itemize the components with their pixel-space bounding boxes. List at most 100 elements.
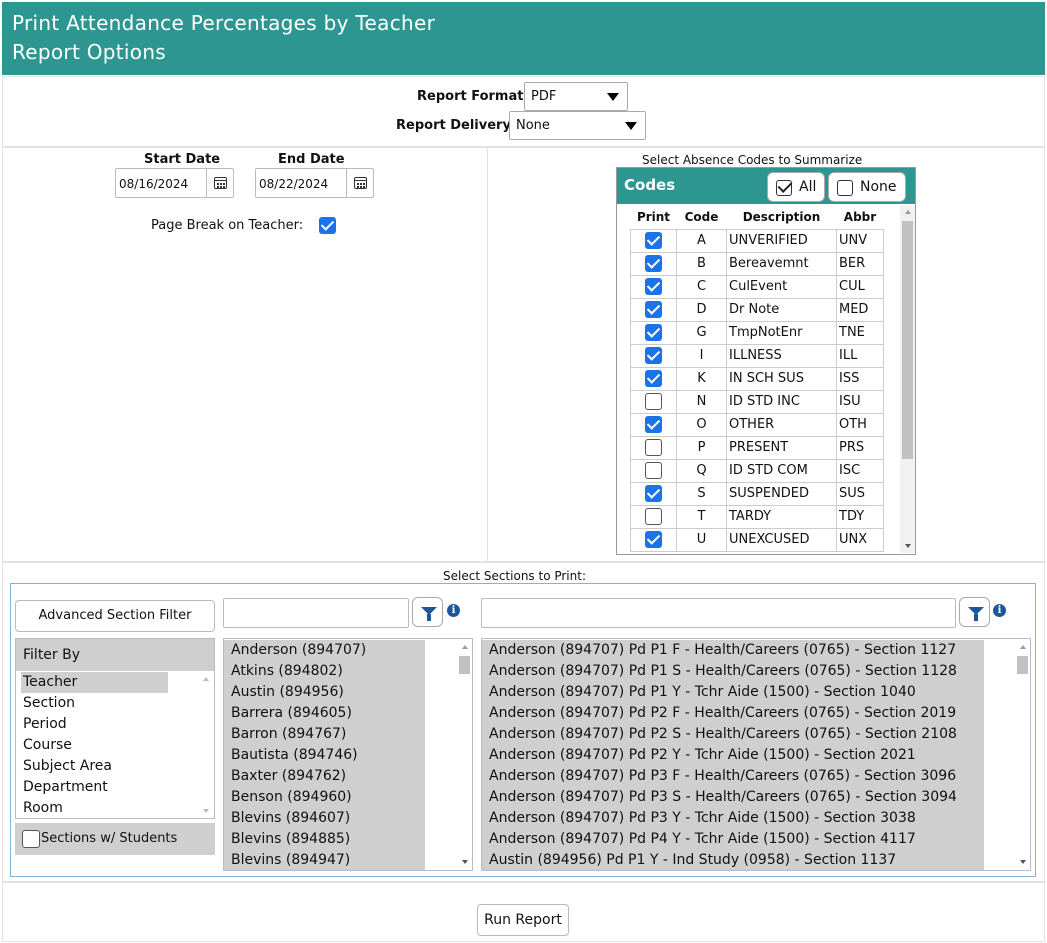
scroll-up-icon[interactable] <box>202 677 209 681</box>
code-abbr-cell: TDY <box>836 504 884 529</box>
section-list-item[interactable]: Anderson (894707) Pd P1 F - Health/Caree… <box>482 640 984 661</box>
info-icon[interactable]: i <box>993 604 1006 617</box>
report-delivery-label: Report Delivery: <box>396 118 517 133</box>
select-all-button[interactable]: All <box>767 172 825 202</box>
section-list-scrollbar[interactable] <box>1015 639 1030 870</box>
section-list-item[interactable]: Anderson (894707) Pd P2 S - Health/Caree… <box>482 724 984 745</box>
end-date-picker[interactable] <box>346 169 373 197</box>
report-format-select[interactable]: PDF <box>524 82 628 111</box>
codes-scrollbar[interactable] <box>900 205 915 553</box>
section-list-item[interactable]: Anderson (894707) Pd P2 Y - Tchr Aide (1… <box>482 745 984 766</box>
teacher-list-item[interactable]: Baxter (894762) <box>224 766 425 787</box>
section-list-scrollbar-thumb[interactable] <box>1017 656 1028 674</box>
scroll-up-icon[interactable] <box>1019 645 1026 649</box>
code-print-checkbox[interactable] <box>645 232 662 249</box>
teacher-list-item[interactable]: Atkins (894802) <box>224 661 425 682</box>
filter-option[interactable]: Course <box>21 735 168 756</box>
code-description-cell: Bereavemnt <box>726 251 837 276</box>
teacher-list-item[interactable]: Austin (894956) <box>224 682 425 703</box>
section-filter-button[interactable] <box>959 597 990 627</box>
filter-by-scrollbar[interactable] <box>198 672 213 818</box>
end-date-value: 08/22/2024 <box>259 177 329 191</box>
scroll-down-icon[interactable] <box>904 544 911 548</box>
code-print-cell <box>630 458 677 483</box>
teacher-list-item[interactable]: Anderson (894707) <box>224 640 425 661</box>
page-break-checkbox[interactable] <box>319 217 336 234</box>
filter-option[interactable]: Period <box>21 714 168 735</box>
code-cell: O <box>676 412 727 437</box>
filter-option[interactable]: Section <box>21 693 168 714</box>
code-print-checkbox[interactable] <box>645 347 662 364</box>
teacher-list-item[interactable]: Barron (894767) <box>224 724 425 745</box>
teacher-list-item[interactable]: Bautista (894746) <box>224 745 425 766</box>
start-date-picker[interactable] <box>206 169 233 197</box>
filter-by-list[interactable]: Filter By Teacher Section Period Course Subj… <box>15 638 215 819</box>
code-print-checkbox[interactable] <box>645 508 662 525</box>
code-print-checkbox[interactable] <box>645 531 662 548</box>
select-all-label: All <box>799 179 817 195</box>
teacher-list-item[interactable]: Blevins (894607) <box>224 808 425 829</box>
code-print-checkbox[interactable] <box>645 255 662 272</box>
teacher-filter-button[interactable] <box>412 597 443 627</box>
code-print-checkbox[interactable] <box>645 462 662 479</box>
teacher-list-scrollbar-thumb[interactable] <box>459 656 470 674</box>
section-list-item[interactable]: Anderson (894707) Pd P3 S - Health/Caree… <box>482 787 984 808</box>
scroll-down-icon[interactable] <box>1019 860 1026 864</box>
filter-icon <box>968 607 984 621</box>
teacher-list-scrollbar[interactable] <box>457 639 472 870</box>
section-list-item[interactable]: Anderson (894707) Pd P2 F - Health/Caree… <box>482 703 984 724</box>
section-list-item[interactable]: Austin (894956) Pd P1 Y - Ind Study (095… <box>482 850 984 870</box>
filter-option[interactable]: Room <box>21 798 168 819</box>
run-report-button[interactable]: Run Report <box>477 904 569 936</box>
section-list-item[interactable]: Anderson (894707) Pd P1 Y - Tchr Aide (1… <box>482 682 984 703</box>
code-cell: N <box>676 389 727 414</box>
section-list[interactable]: Anderson (894707) Pd P1 F - Health/Caree… <box>481 638 1031 871</box>
page-subtitle: Report Options <box>12 40 167 64</box>
end-date-label: End Date <box>278 152 345 167</box>
code-print-cell <box>630 366 677 391</box>
sections-with-students-toggle[interactable]: Sections w/ Students <box>15 823 215 855</box>
section-list-item[interactable]: Anderson (894707) Pd P4 Y - Tchr Aide (1… <box>482 829 984 850</box>
codes-scrollbar-thumb[interactable] <box>902 221 913 459</box>
teacher-search-input[interactable] <box>223 598 409 628</box>
scroll-down-icon[interactable] <box>461 860 468 864</box>
code-print-checkbox[interactable] <box>645 324 662 341</box>
code-abbr-cell: OTH <box>836 412 884 437</box>
code-print-checkbox[interactable] <box>645 439 662 456</box>
code-row: D Dr Note MED <box>630 297 884 322</box>
info-icon[interactable]: i <box>447 604 460 617</box>
section-search-input[interactable] <box>481 598 956 628</box>
code-description-cell: ID STD COM <box>726 458 837 483</box>
section-list-item[interactable]: Anderson (894707) Pd P3 F - Health/Caree… <box>482 766 984 787</box>
select-none-label: None <box>860 179 897 195</box>
advanced-section-filter-button[interactable]: Advanced Section Filter <box>15 600 215 632</box>
scroll-up-icon[interactable] <box>461 645 468 649</box>
code-print-checkbox[interactable] <box>645 301 662 318</box>
code-print-checkbox[interactable] <box>645 370 662 387</box>
code-print-checkbox[interactable] <box>645 485 662 502</box>
teacher-list[interactable]: Anderson (894707) Atkins (894802) Austin (… <box>223 638 473 871</box>
code-print-checkbox[interactable] <box>645 416 662 433</box>
filter-option[interactable]: Subject Area <box>21 756 168 777</box>
scroll-up-icon[interactable] <box>904 210 911 214</box>
code-print-checkbox[interactable] <box>645 278 662 295</box>
section-list-item[interactable]: Anderson (894707) Pd P1 S - Health/Caree… <box>482 661 984 682</box>
codes-panel-title: Codes <box>624 176 676 194</box>
page-title: Print Attendance Percentages by Teacher <box>12 11 436 35</box>
section-list-item[interactable]: Anderson (894707) Pd P3 Y - Tchr Aide (1… <box>482 808 984 829</box>
teacher-list-item[interactable]: Blevins (894947) <box>224 850 425 870</box>
page-header: Print Attendance Percentages by Teacher … <box>2 2 1045 75</box>
scroll-down-icon[interactable] <box>202 809 209 813</box>
teacher-list-item[interactable]: Blevins (894885) <box>224 829 425 850</box>
teacher-list-item[interactable]: Barrera (894605) <box>224 703 425 724</box>
start-date-input[interactable]: 08/16/2024 <box>115 168 234 198</box>
teacher-list-item[interactable]: Benson (894960) <box>224 787 425 808</box>
filter-option[interactable]: Teacher <box>21 672 168 693</box>
select-none-button[interactable]: None <box>828 172 906 202</box>
code-row: C CulEvent CUL <box>630 274 884 299</box>
sections-with-students-checkbox[interactable] <box>22 830 40 848</box>
filter-option[interactable]: Department <box>21 777 168 798</box>
end-date-input[interactable]: 08/22/2024 <box>255 168 374 198</box>
code-print-checkbox[interactable] <box>645 393 662 410</box>
report-delivery-select[interactable]: None <box>509 111 646 140</box>
